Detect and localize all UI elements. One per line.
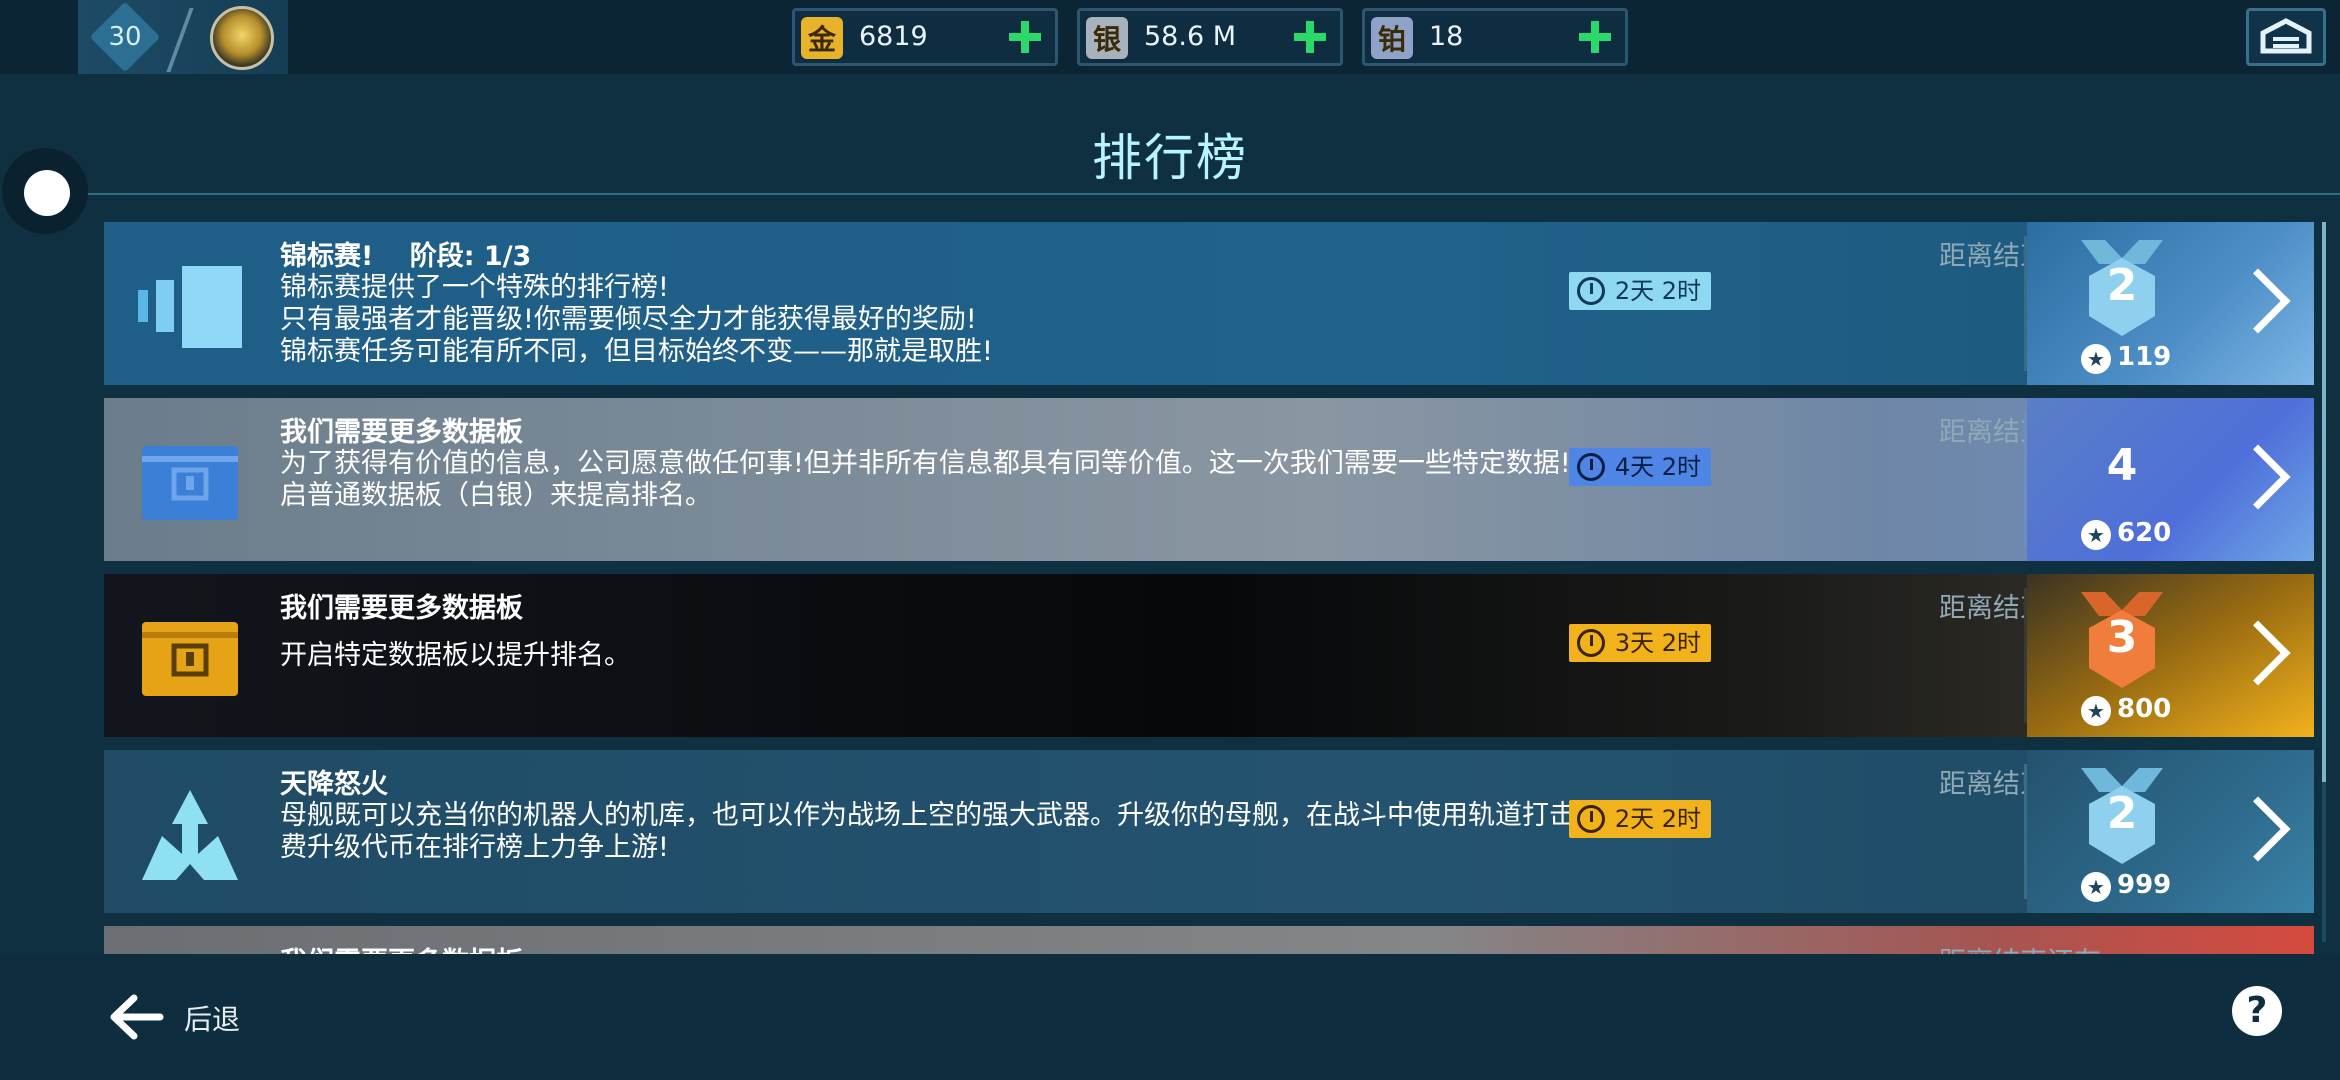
time-remaining: 2天 2时 (1614, 805, 1701, 833)
platinum-icon: 铂 (1371, 17, 1413, 59)
time-remaining: 4天 2时 (1614, 453, 1701, 481)
card-description: 母舰既可以充当你的机器人的机库，也可以作为战场上空的强大武器。升级你的母舰，在战… (280, 800, 1630, 863)
card-description: 开启特定数据板以提升排名。 (280, 640, 631, 671)
time-remaining-badge: 3天 2时 (1568, 624, 1711, 662)
top-bar: 30 金 6819 银 58.6 M 铂 18 (0, 0, 2340, 74)
datapad-chest-icon (142, 446, 238, 520)
scrollbar-thumb[interactable] (2322, 222, 2326, 782)
silver-icon: 银 (1086, 17, 1128, 59)
card-body: 我们需要更多数据板 开启特定数据板以提升排名。 距离结束还有 3天 2时 (104, 574, 2101, 737)
currency-gold: 金 6819 (792, 8, 1058, 66)
leaderboard-card-datapads-special[interactable]: 我们需要更多数据板 开启特定数据板以提升排名。 距离结束还有 3天 2时 3 8… (104, 574, 2314, 737)
points-value: 119 (2117, 342, 2172, 372)
points-value: 999 (2117, 870, 2172, 900)
add-gold-button[interactable] (1007, 19, 1043, 55)
back-label: 后退 (184, 1003, 241, 1036)
currency-platinum: 铂 18 (1362, 8, 1628, 66)
card-body: 天降怒火 母舰既可以充当你的机器人的机库，也可以作为战场上空的强大武器。升级你的… (104, 750, 2101, 913)
rank-number: 4 (2106, 440, 2138, 491)
datapad-chest-icon (142, 622, 238, 696)
clock-icon (1576, 805, 1605, 833)
leaderboard-card-orbital-strike[interactable]: 天降怒火 母舰既可以充当你的机器人的机库，也可以作为战场上空的强大武器。升级你的… (104, 750, 2314, 913)
add-silver-button[interactable] (1292, 19, 1328, 55)
time-remaining: 2天 2时 (1614, 277, 1701, 305)
rank-panel: 2 999 (2027, 750, 2314, 913)
list-scrollbar[interactable] (2322, 222, 2326, 942)
gold-icon: 金 (801, 17, 843, 59)
rank-number: 2 (2106, 260, 2138, 311)
gold-amount: 6819 (859, 21, 928, 52)
rank-panel: 2 119 (2027, 222, 2314, 385)
card-description: 锦标赛提供了一个特殊的排行榜! 只有最强者才能晋级!你需要倾尽全力才能获得最好的… (280, 272, 993, 367)
arrow-left-icon (110, 994, 164, 1040)
leaderboard-card-datapads-silver[interactable]: 我们需要更多数据板 为了获得有价值的信息，公司愿意做任何事!但并非所有信息都具有… (104, 398, 2314, 561)
clock-icon (1576, 453, 1605, 481)
add-platinum-button[interactable] (1577, 19, 1613, 55)
chevron-right-icon[interactable] (2225, 620, 2291, 686)
bottom-bar: 后退 ? (0, 954, 2340, 1080)
time-remaining-badge: 4天 2时 (1568, 448, 1711, 486)
star-points-icon (2081, 344, 2111, 374)
leaderboard-list[interactable]: 锦标赛! 阶段: 1/3 锦标赛提供了一个特殊的排行榜! 只有最强者才能晋级!你… (104, 222, 2314, 954)
chevron-right-icon[interactable] (2225, 444, 2291, 510)
chevron-right-icon[interactable] (2225, 268, 2291, 334)
time-remaining-badge: 2天 2时 (1568, 272, 1711, 310)
help-button[interactable]: ? (2232, 986, 2282, 1036)
star-points-icon (2081, 872, 2111, 902)
card-title: 我们需要更多数据板 (280, 593, 523, 624)
player-avatar[interactable] (210, 6, 274, 70)
platinum-amount: 18 (1429, 21, 1464, 52)
clock-icon (1576, 277, 1605, 305)
time-remaining: 3天 2时 (1614, 629, 1701, 657)
title-divider (60, 193, 2340, 195)
toggle-dot-icon (24, 170, 70, 216)
star-points-icon (2081, 696, 2111, 726)
silver-amount: 58.6 M (1144, 21, 1236, 52)
page-title: 排行榜 (1092, 129, 1248, 187)
card-title: 锦标赛! 阶段: 1/3 (280, 241, 532, 272)
leaderboard-card-tournament[interactable]: 锦标赛! 阶段: 1/3 锦标赛提供了一个特殊的排行榜! 只有最强者才能晋级!你… (104, 222, 2314, 385)
chevron-right-icon[interactable] (2225, 796, 2291, 862)
side-menu-toggle[interactable] (2, 148, 88, 234)
player-level: 30 (108, 22, 142, 52)
leaderboard-card-datapads-partial[interactable]: 我们需要更多数据板 距离结束还有 (104, 926, 2314, 954)
card-body: 我们需要更多数据板 为了获得有价值的信息，公司愿意做任何事!但并非所有信息都具有… (104, 398, 2101, 561)
card-title: 我们需要更多数据板 (280, 417, 523, 448)
time-remaining-badge: 2天 2时 (1568, 800, 1711, 838)
clock-icon (1576, 629, 1605, 657)
currency-silver: 银 58.6 M (1077, 8, 1343, 66)
timer-label: 距离结束还有 (1831, 940, 2101, 954)
rank-number: 3 (2106, 612, 2138, 663)
rank-number: 2 (2106, 788, 2138, 839)
card-body: 锦标赛! 阶段: 1/3 锦标赛提供了一个特殊的排行榜! 只有最强者才能晋级!你… (104, 222, 2101, 385)
rank-panel: 3 800 (2027, 574, 2314, 737)
star-points-icon (2081, 520, 2111, 550)
hangar-icon (2260, 18, 2312, 54)
back-button[interactable]: 后退 (100, 984, 300, 1048)
points-value: 620 (2117, 518, 2172, 548)
rank-panel: 4 620 (2027, 398, 2314, 561)
mothership-icon (142, 790, 238, 880)
points-value: 800 (2117, 694, 2172, 724)
card-title: 我们需要更多数据板 (280, 940, 523, 954)
tournament-icon (138, 266, 242, 348)
card-description: 为了获得有价值的信息，公司愿意做任何事!但并非所有信息都具有同等价值。这一次我们… (280, 448, 1598, 511)
home-button[interactable] (2246, 8, 2326, 66)
card-title: 天降怒火 (280, 769, 388, 800)
